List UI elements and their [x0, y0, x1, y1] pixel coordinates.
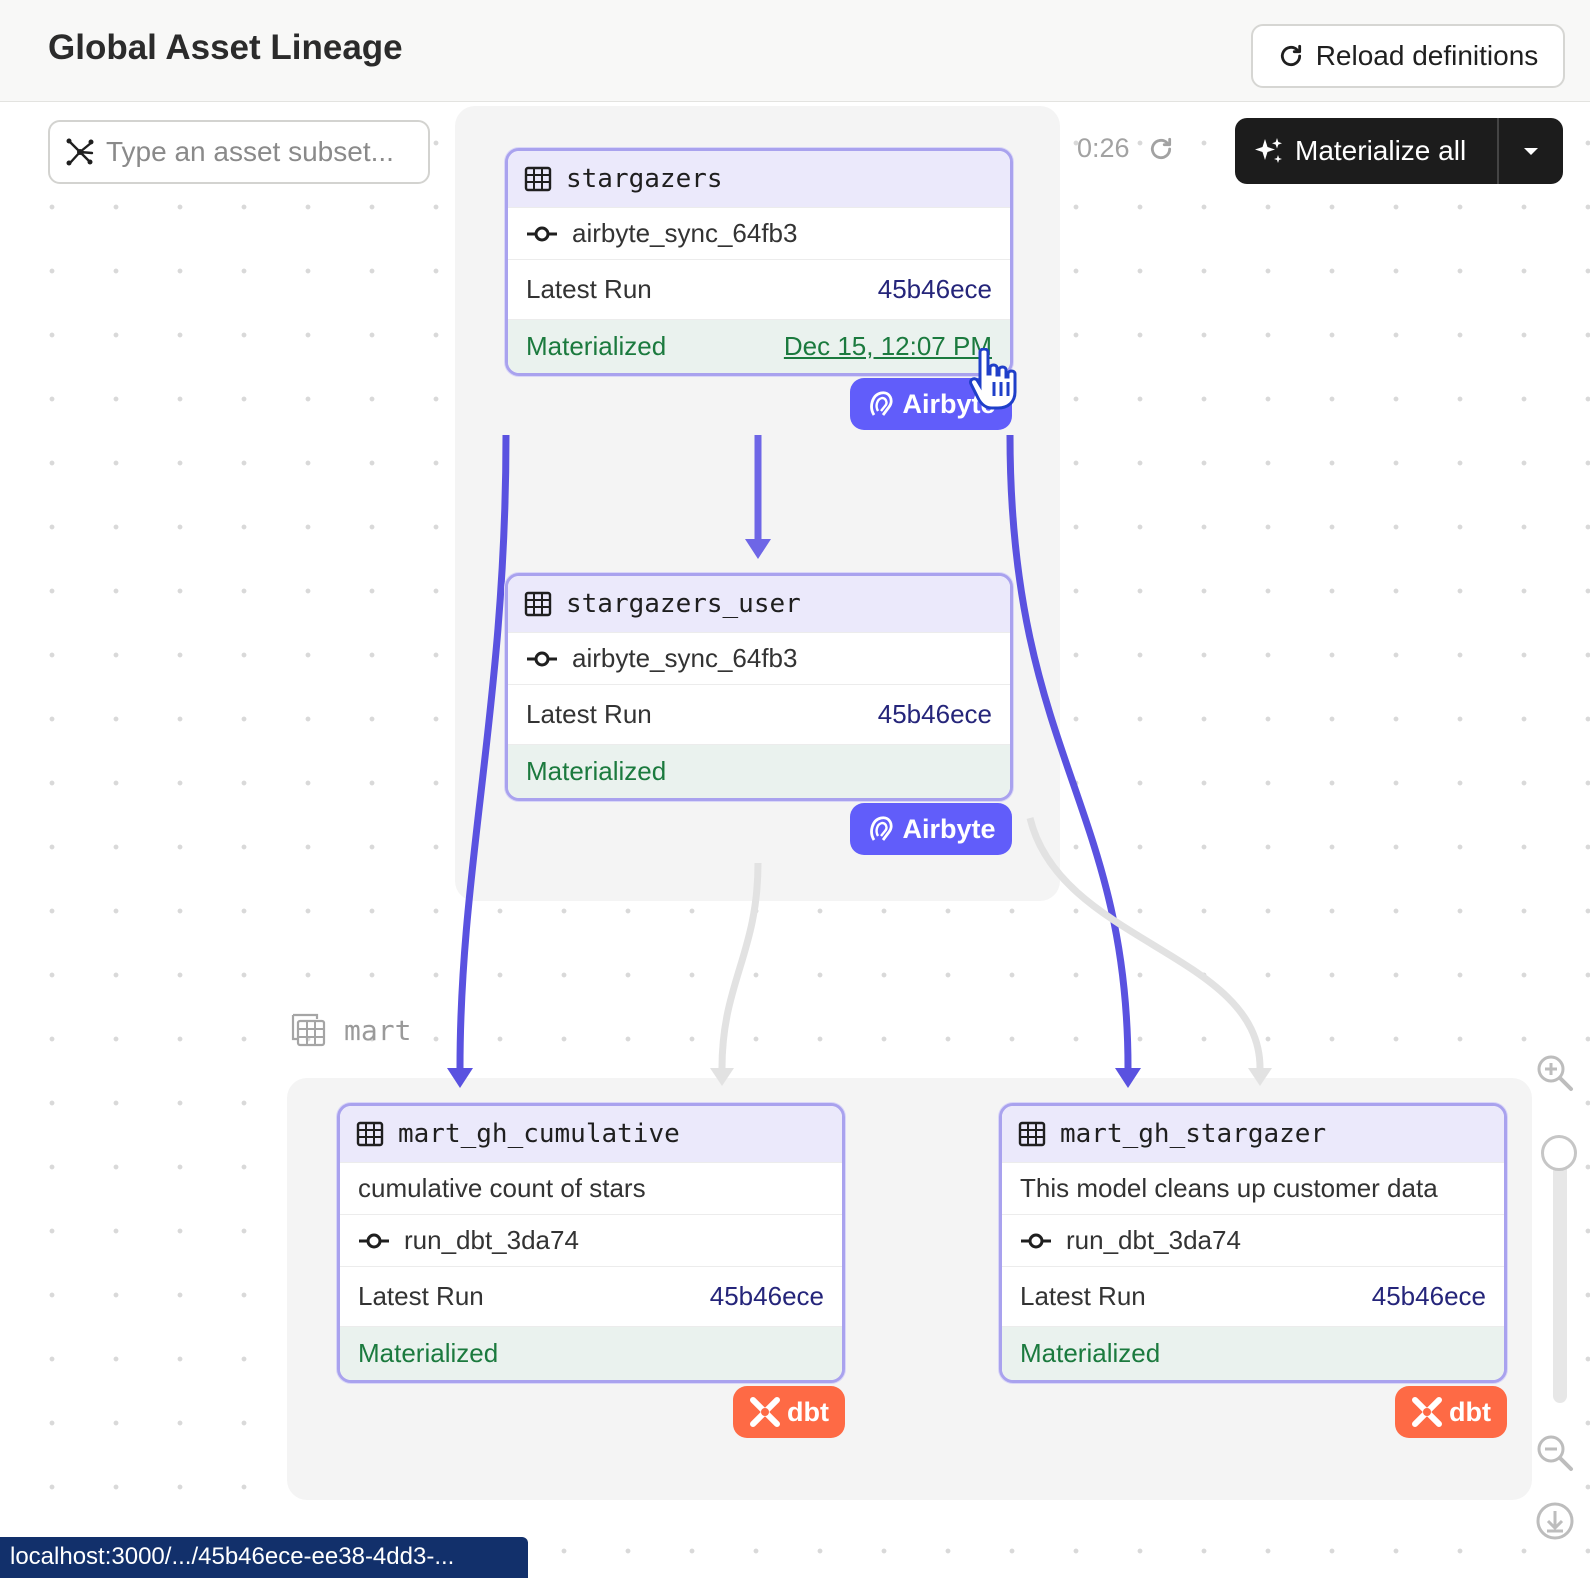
asset-graph-icon [66, 138, 94, 166]
hand-cursor-icon [969, 348, 1017, 410]
sparkle-icon [1255, 138, 1282, 163]
asset-op-name: airbyte_sync_64fb3 [572, 643, 798, 673]
op-icon [1021, 1233, 1051, 1248]
edge-arrow-mart_gh_stargazer [1115, 1068, 1141, 1088]
airbyte-icon [870, 816, 894, 841]
latest-run-label: Latest Run [1020, 1281, 1146, 1311]
compute-kind-tag-dbt: dbt [1395, 1386, 1507, 1438]
edge-arrow-mart_gh_cumulative [447, 1068, 473, 1088]
zoom-slider-track[interactable] [1553, 1143, 1567, 1403]
edge-stargazers-to-mart_gh_cumulative [456, 434, 510, 1069]
asset-op-name: run_dbt_3da74 [1066, 1225, 1241, 1255]
zoom-out-icon[interactable] [1535, 1433, 1575, 1473]
caret-down-icon [1524, 148, 1538, 155]
asset-description: cumulative count of stars [340, 1162, 842, 1214]
latest-run-row: Latest Run 45b46ece [508, 259, 1010, 319]
table-icon [1018, 1121, 1046, 1147]
refresh-countdown: 0:26 [1077, 133, 1130, 163]
table-icon [524, 591, 552, 617]
materialized-row: Materialized [508, 744, 1010, 798]
asset-op[interactable]: run_dbt_3da74 [1002, 1214, 1504, 1266]
materialized-row: Materialized Dec 15, 12:07 PM [508, 319, 1010, 373]
latest-run-label: Latest Run [526, 274, 652, 304]
page-header: Global Asset Lineage Reload definitions [0, 0, 1590, 102]
op-icon [527, 226, 557, 241]
asset-node-header[interactable]: mart_gh_cumulative [340, 1106, 842, 1162]
latest-run-row: Latest Run 45b46ece [1002, 1266, 1504, 1326]
asset-name: mart_gh_cumulative [398, 1119, 680, 1149]
zoom-slider-handle[interactable] [1541, 1135, 1577, 1171]
asset-name: stargazers [566, 164, 723, 194]
compute-kind-label: dbt [1449, 1396, 1491, 1427]
materialized-timestamp-link[interactable]: Dec 15, 12:07 PM [784, 331, 992, 362]
table-icon [524, 166, 552, 192]
materialized-status: Materialized [358, 1338, 499, 1368]
lineage-canvas[interactable]: mart Type an asset subset... 0:26 Materi… [0, 103, 1590, 1578]
latest-run-link[interactable]: 45b46ece [878, 699, 992, 730]
refresh-icon[interactable] [1148, 136, 1174, 162]
materialize-dropdown-toggle[interactable] [1499, 118, 1563, 184]
browser-status-url: localhost:3000/.../45b46ece-ee38-4dd3-..… [0, 1537, 528, 1578]
materialize-all-main[interactable]: Materialize all [1235, 118, 1497, 184]
page-title: Global Asset Lineage [48, 28, 403, 67]
reload-definitions-label: Reload definitions [1315, 40, 1539, 71]
asset-description: This model cleans up customer data [1002, 1162, 1504, 1214]
asset-op[interactable]: airbyte_sync_64fb3 [508, 632, 1010, 684]
compute-kind-label: dbt [787, 1396, 829, 1427]
reload-definitions-button[interactable]: Reload definitions [1251, 24, 1565, 88]
asset-node-header[interactable]: stargazers_user [508, 576, 1010, 632]
asset-node-mart_gh_stargazer[interactable]: mart_gh_stargazer This model cleans up c… [999, 1103, 1507, 1383]
compute-kind-tag-dbt: dbt [733, 1386, 845, 1438]
dbt-icon [1412, 1397, 1442, 1427]
edge-stargazers_user-to-mart_gh_cumulative [718, 862, 762, 1069]
edge-stargazers-to-mart_gh_stargazer [1006, 434, 1132, 1069]
materialized-row: Materialized [1002, 1326, 1504, 1380]
materialized-row: Materialized [340, 1326, 842, 1380]
edge-stargazers_user-to-mart_gh_stargazer [1026, 817, 1264, 1069]
materialized-status: Materialized [526, 756, 667, 786]
asset-node-mart_gh_cumulative[interactable]: mart_gh_cumulative cumulative count of s… [337, 1103, 845, 1383]
edge-arrow-stargazers_user [745, 539, 771, 559]
materialized-status: Materialized [526, 331, 667, 361]
asset-description-text: This model cleans up customer data [1020, 1173, 1438, 1203]
airbyte-icon [870, 391, 894, 416]
latest-run-row: Latest Run 45b46ece [508, 684, 1010, 744]
zoom-in-icon[interactable] [1535, 1053, 1575, 1093]
asset-node-stargazers_user[interactable]: stargazers_user airbyte_sync_64fb3 Lates… [505, 573, 1013, 801]
refresh-timer: 0:26 [1077, 133, 1174, 164]
refresh-icon [1280, 44, 1301, 67]
op-icon [527, 651, 557, 666]
asset-op[interactable]: airbyte_sync_64fb3 [508, 207, 1010, 259]
materialized-status: Materialized [1020, 1338, 1161, 1368]
download-icon[interactable] [1535, 1501, 1575, 1541]
dbt-icon [750, 1397, 780, 1427]
search-placeholder: Type an asset subset... [106, 136, 394, 167]
op-icon [359, 1233, 389, 1248]
edge-arrow-inactive-1 [710, 1068, 734, 1086]
edge-arrow-inactive-2 [1248, 1068, 1272, 1086]
table-icon [356, 1121, 384, 1147]
asset-node-header[interactable]: mart_gh_stargazer [1002, 1106, 1504, 1162]
asset-subset-search[interactable]: Type an asset subset... [48, 120, 430, 184]
latest-run-label: Latest Run [526, 699, 652, 729]
asset-name: stargazers_user [566, 589, 801, 619]
latest-run-link[interactable]: 45b46ece [878, 274, 992, 305]
compute-kind-tag-airbyte: Airbyte [850, 803, 1012, 855]
asset-op-name: airbyte_sync_64fb3 [572, 218, 798, 248]
materialize-all-button[interactable]: Materialize all [1235, 118, 1563, 184]
latest-run-row: Latest Run 45b46ece [340, 1266, 842, 1326]
compute-kind-label: Airbyte [902, 813, 996, 844]
asset-node-header[interactable]: stargazers [508, 151, 1010, 207]
asset-description-text: cumulative count of stars [358, 1173, 646, 1203]
latest-run-label: Latest Run [358, 1281, 484, 1311]
asset-op-name: run_dbt_3da74 [404, 1225, 579, 1255]
materialize-all-label: Materialize all [1295, 135, 1467, 166]
latest-run-link[interactable]: 45b46ece [1372, 1281, 1486, 1312]
asset-name: mart_gh_stargazer [1060, 1119, 1327, 1149]
asset-node-stargazers[interactable]: stargazers airbyte_sync_64fb3 Latest Run… [505, 148, 1013, 376]
asset-op[interactable]: run_dbt_3da74 [340, 1214, 842, 1266]
latest-run-link[interactable]: 45b46ece [710, 1281, 824, 1312]
